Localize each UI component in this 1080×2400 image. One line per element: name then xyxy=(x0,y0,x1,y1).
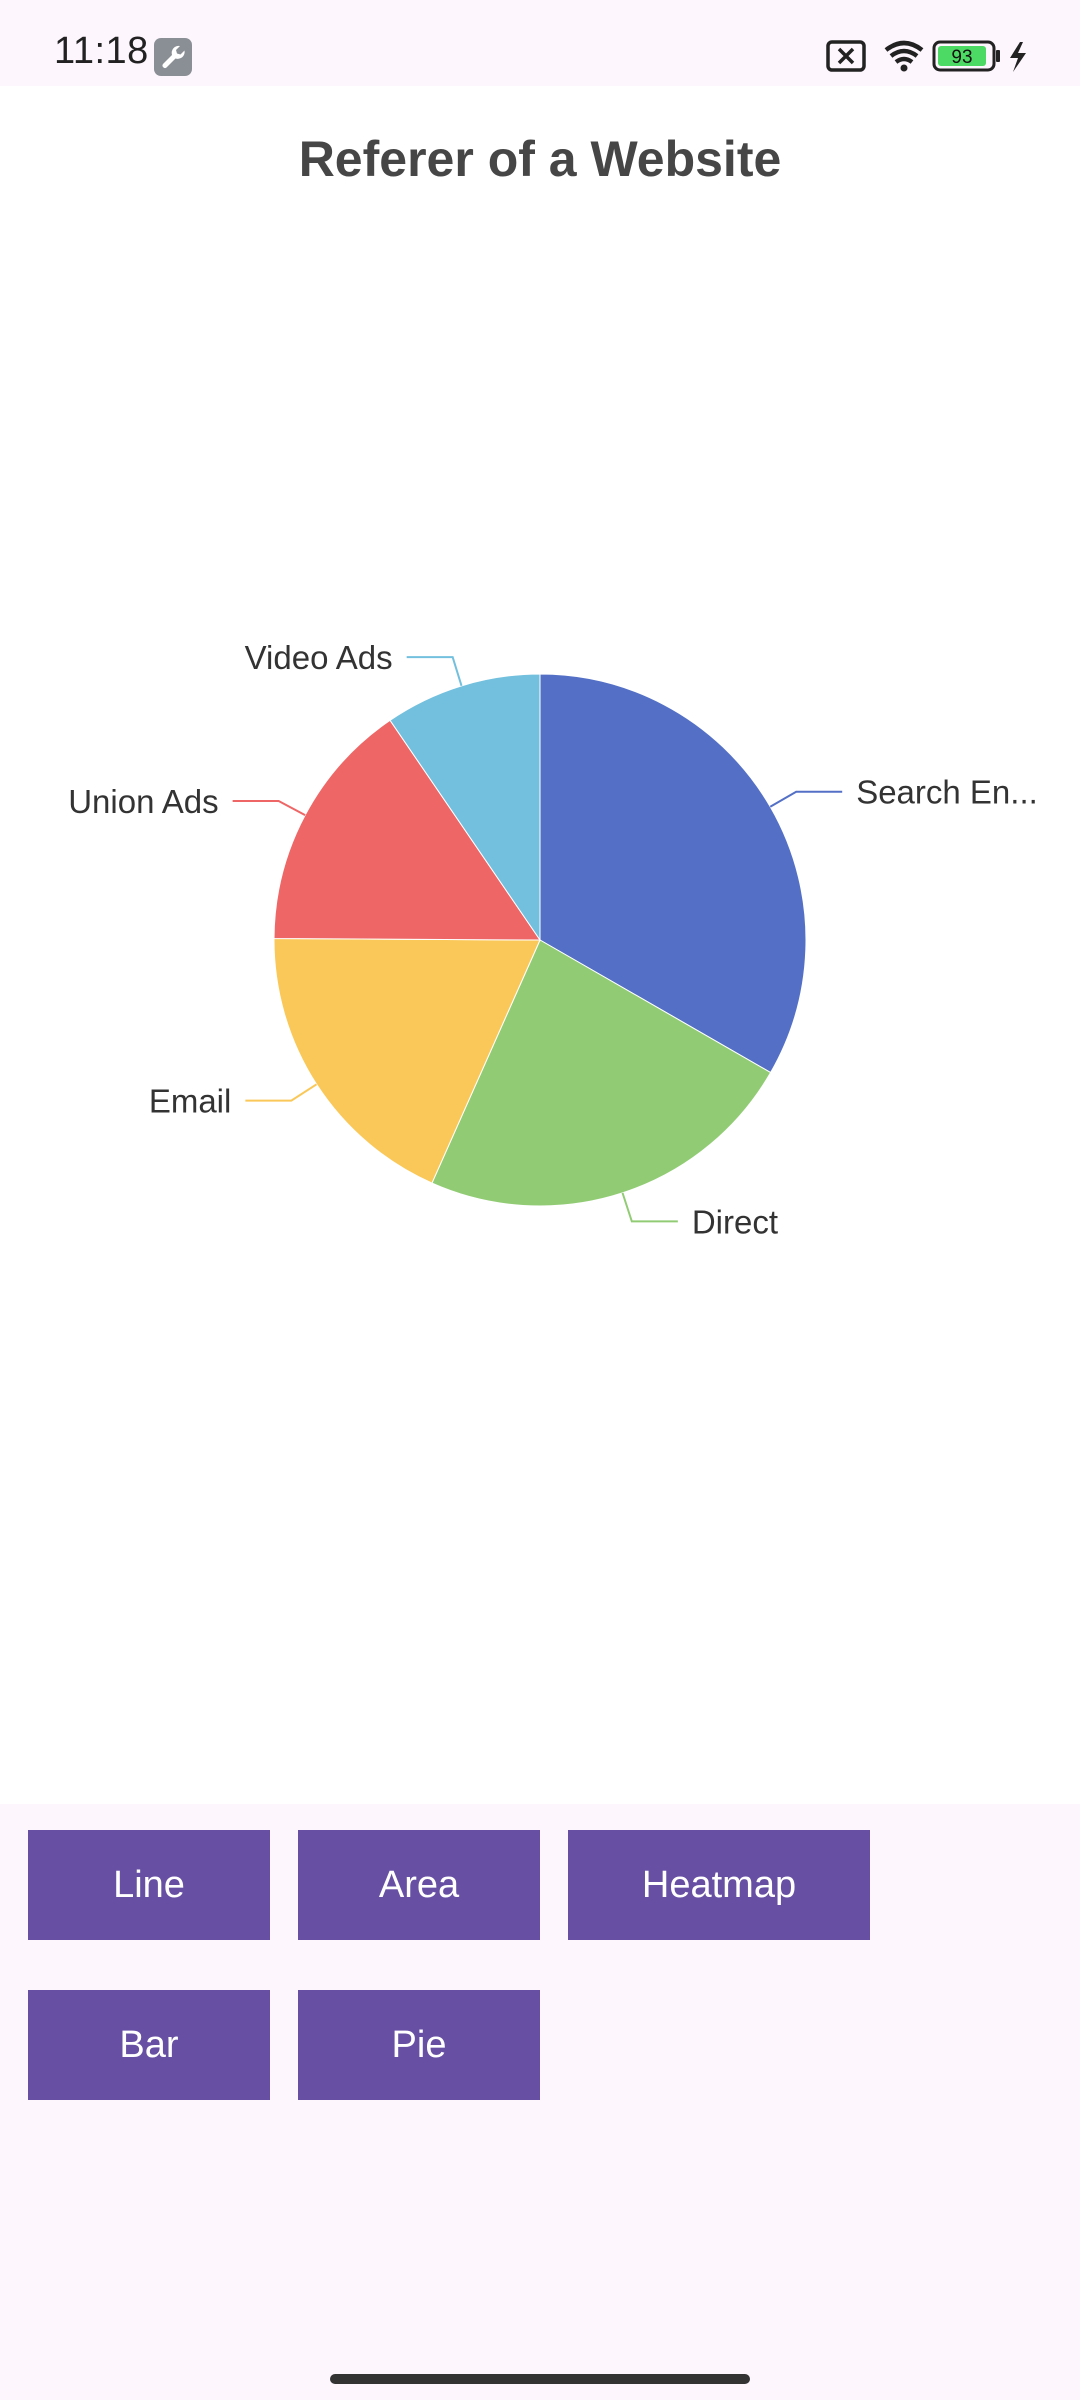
status-time: 11:18 xyxy=(54,30,149,72)
line-button[interactable]: Line xyxy=(28,1830,270,1940)
wrench-icon xyxy=(154,38,192,76)
label-leader-line xyxy=(769,790,843,808)
area-button[interactable]: Area xyxy=(298,1830,540,1940)
home-indicator[interactable] xyxy=(330,2374,750,2384)
pie-button[interactable]: Pie xyxy=(298,1990,540,2100)
status-icons: 93 xyxy=(826,40,1026,72)
label-leader-line xyxy=(232,800,306,817)
slice-label: Direct xyxy=(692,1203,778,1240)
battery-icon: 93 xyxy=(932,40,1000,72)
slice-label: Search En... xyxy=(856,774,1038,811)
status-bar: 11:18 93 xyxy=(0,0,1080,86)
slice-label: Email xyxy=(149,1083,232,1120)
battery-level: 93 xyxy=(951,47,972,68)
bar-button[interactable]: Bar xyxy=(28,1990,270,2100)
label-leader-line xyxy=(245,1083,318,1102)
chart-container: Referer of a Website Search En... Direct E… xyxy=(0,86,1080,1804)
chart-type-buttons: Line Area Heatmap Bar Pie xyxy=(0,1804,1080,2356)
wifi-icon xyxy=(884,40,924,72)
charging-icon xyxy=(1010,42,1026,72)
slice-label: Union Ads xyxy=(68,783,218,820)
slice-label: Video Ads xyxy=(245,639,393,676)
sim-error-icon xyxy=(826,40,866,72)
pie-chart: Search En... Direct Email Union Ads Video Ad… xyxy=(68,639,1038,1240)
label-leader-line xyxy=(621,1192,678,1223)
heatmap-button[interactable]: Heatmap xyxy=(568,1830,870,1940)
label-leader-line xyxy=(406,656,463,687)
navigation-bar xyxy=(0,2356,1080,2400)
